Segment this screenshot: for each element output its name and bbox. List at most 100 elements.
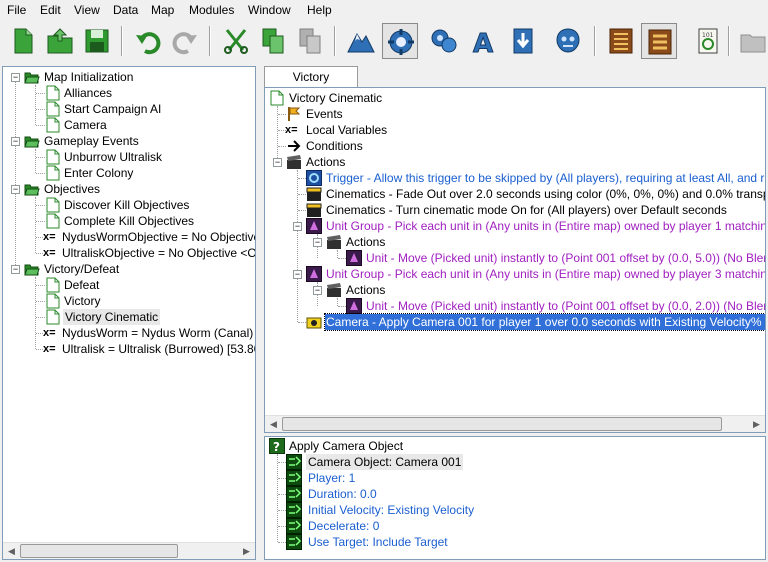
action-row[interactable]: Trigger - Allow this trigger to be skipp… [265,170,765,186]
tree-item[interactable]: Enter Colony [3,165,253,181]
paste-button[interactable] [292,23,328,59]
scroll-thumb[interactable] [282,417,722,431]
tree-folder[interactable]: − Map Initialization [3,69,253,85]
trigger-root[interactable]: Victory Cinematic [265,90,765,106]
redo-button[interactable] [167,23,203,59]
param-row[interactable]: Decelerate: 0 [265,518,765,534]
tree-folder[interactable]: − Gameplay Events [3,133,253,149]
tab-victory-cinematic[interactable]: Victory Cinematic [264,66,358,104]
param-row[interactable]: Initial Velocity: Existing Velocity [265,502,765,518]
action-row-selected[interactable]: Camera - Apply Camera 001 for player 1 o… [265,313,765,331]
param-decelerate[interactable]: Decelerate: 0 [308,518,379,534]
param-initial-velocity[interactable]: Initial Velocity: Existing Velocity [308,502,474,518]
import-module-button[interactable] [505,23,541,59]
tree-item-label: Unburrow Ultralisk [64,150,163,164]
tree-item-selected[interactable]: Victory Cinematic [3,309,253,325]
open-map-button[interactable] [42,23,78,59]
param-row[interactable]: Duration: 0.0 [265,486,765,502]
menu-view[interactable]: View [74,3,100,17]
events-node[interactable]: Events [265,106,765,122]
new-map-button[interactable] [5,23,41,59]
collapse-icon[interactable]: − [11,185,20,194]
param-duration[interactable]: Duration: 0.0 [308,486,377,502]
tree-folder[interactable]: − Victory/Defeat [3,261,253,277]
param-row[interactable]: Camera Object: Camera 001 [265,454,765,470]
copy-button[interactable] [255,23,291,59]
data-module-button[interactable] [426,23,462,59]
action-text: Cinematics - Fade Out over 2.0 seconds u… [326,187,765,201]
data-icon [431,29,457,53]
trigger-list-button[interactable] [641,23,677,59]
actions-node[interactable]: − Actions [265,154,765,170]
action-row[interactable]: Cinematics - Turn cinematic mode On for … [265,202,765,218]
tree-item[interactable]: Alliances [3,85,253,101]
action-row[interactable]: Unit - Move (Picked unit) instantly to (… [265,250,765,266]
tree-item[interactable]: Start Campaign AI [3,101,253,117]
tree-item[interactable]: Camera [3,117,253,133]
actions-horizontal-scrollbar[interactable]: ◀ ▶ [265,415,765,432]
collapse-icon[interactable]: − [313,238,322,247]
tree-item[interactable]: Unburrow Ultralisk [3,149,253,165]
collapse-icon[interactable]: − [293,270,302,279]
scroll-left-icon[interactable]: ◀ [265,416,282,432]
trigger-tree-panel[interactable]: − Map Initialization Alliances Start Cam… [2,66,256,560]
tree-variable[interactable]: x= NydusWorm = Nydus Worm (Canal) [47. [3,325,255,341]
cutscene-module-button[interactable] [603,23,639,59]
svg-text:A: A [473,29,493,56]
tree-variable[interactable]: x= Ultralisk = Ultralisk (Burrowed) [53.… [3,341,255,357]
menu-edit[interactable]: Edit [40,3,61,17]
action-row[interactable]: Unit - Move (Picked unit) instantly to (… [265,298,765,314]
action-row[interactable]: − Unit Group - Pick each unit in (Any un… [265,266,765,282]
tree-variable[interactable]: x= UltraliskObjective = No Objective <Ob… [3,245,255,261]
menu-data[interactable]: Data [113,3,138,17]
action-row[interactable]: − Unit Group - Pick each unit in (Any un… [265,218,765,234]
open-folder-button[interactable] [735,23,768,59]
action-details-panel[interactable]: ? Apply Camera Object Camera Object: Cam… [264,436,766,560]
param-use-target[interactable]: Use Target: Include Target [308,534,448,550]
trigger-contents-panel[interactable]: Victory Cinematic Events x= Local Variab… [264,87,766,433]
cut-button[interactable] [218,23,254,59]
param-player[interactable]: Player: 1 [308,470,355,486]
tree-folder[interactable]: − Objectives [3,181,253,197]
param-camera-object[interactable]: Camera Object: Camera 001 [306,454,464,470]
save-map-button[interactable] [79,23,115,59]
menu-help[interactable]: Help [307,3,332,17]
panel-splitter[interactable] [256,66,262,560]
collapse-icon[interactable]: − [11,137,20,146]
previewer-button[interactable]: 101 [690,23,726,59]
local-variables-node[interactable]: x= Local Variables [265,122,765,138]
scroll-right-icon[interactable]: ▶ [748,416,765,432]
terrain-module-button[interactable] [343,23,379,59]
collapse-icon[interactable]: − [11,265,20,274]
tree-item[interactable]: Discover Kill Objectives [3,197,253,213]
collapse-icon[interactable]: − [273,158,282,167]
collapse-icon[interactable]: − [11,73,20,82]
tree-variable[interactable]: x= NydusWormObjective = No Objective <( [3,229,255,245]
menu-window[interactable]: Window [248,3,291,17]
paste-icon [299,28,321,54]
undo-icon [136,32,161,55]
sub-actions-node[interactable]: − Actions [265,234,765,250]
scroll-left-icon[interactable]: ◀ [3,543,20,559]
action-row[interactable]: Cinematics - Fade Out over 2.0 seconds u… [265,186,765,202]
tree-item[interactable]: Defeat [3,277,253,293]
action-text: Camera - Apply Camera 001 for player 1 o… [324,313,765,331]
param-row[interactable]: Use Target: Include Target [265,534,765,550]
collapse-icon[interactable]: − [293,222,302,231]
collapse-icon[interactable]: − [313,286,322,295]
tree-item[interactable]: Complete Kill Objectives [3,213,253,229]
sub-actions-node[interactable]: − Actions [265,282,765,298]
left-horizontal-scrollbar[interactable]: ◀ ▶ [3,542,255,559]
ai-module-button[interactable] [550,23,586,59]
undo-button[interactable] [130,23,166,59]
scroll-right-icon[interactable]: ▶ [238,543,255,559]
tree-item[interactable]: Victory [3,293,253,309]
text-module-button[interactable]: A [465,23,501,59]
scroll-thumb[interactable] [20,544,178,558]
param-row[interactable]: Player: 1 [265,470,765,486]
conditions-node[interactable]: Conditions [265,138,765,154]
menu-modules[interactable]: Modules [189,3,234,17]
trigger-module-button[interactable] [382,23,418,59]
menu-map[interactable]: Map [151,3,174,17]
menu-file[interactable]: File [7,3,26,17]
